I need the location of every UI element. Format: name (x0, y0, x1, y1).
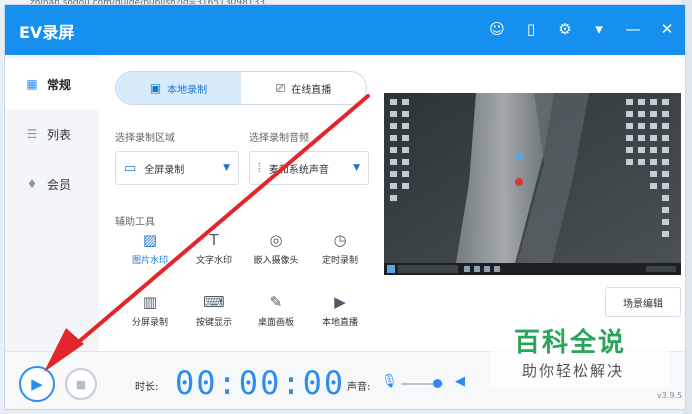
dropdown-menu-icon[interactable]: ▾ (589, 19, 609, 39)
volume-slider-knob[interactable] (432, 379, 442, 388)
tool-label: 分屏录制 (131, 318, 168, 328)
audio-wave-icon: ⦙ (258, 160, 261, 176)
record-area-value: 全屏录制 (144, 164, 185, 176)
tool-label: 定时录制 (321, 256, 358, 266)
record-area-label: 选择录制区域 (115, 133, 175, 144)
record-audio-select[interactable]: ⦙ 麦和系统声音 ▼ (249, 151, 369, 185)
close-icon[interactable]: ✕ (657, 19, 677, 39)
keyboard-icon: ⌨ (203, 293, 225, 311)
text-watermark-icon: T (209, 231, 219, 249)
split-screen-icon: ▥ (142, 293, 158, 311)
tab-live-stream[interactable]: ⎚ 在线直播 (241, 72, 366, 104)
title-bar[interactable]: EV录屏 ☺ ▯ ⚙ ▾ — ✕ (5, 5, 685, 55)
speaker-icon[interactable]: ◀ (455, 374, 465, 389)
record-audio-value: 麦和系统声音 (268, 164, 329, 176)
tool-scheduled-record[interactable]: ◷ 定时录制 (307, 231, 373, 271)
watermark-title: 百科全说 (514, 328, 627, 358)
record-timer: 00:00:00 (175, 364, 346, 402)
watermark-subtitle: 助你轻松解决 (522, 362, 625, 380)
stop-record-button[interactable]: ■ (65, 368, 97, 400)
start-record-button[interactable]: ▶ (19, 366, 55, 402)
sound-label: 声音: (347, 382, 371, 393)
image-watermark-icon: ▨ (142, 231, 158, 249)
sidebar-item-label: 会员 (47, 177, 72, 192)
tool-label: 文字水印 (195, 256, 232, 266)
tool-embed-camera[interactable]: ◎ 嵌入摄像头 (243, 231, 309, 271)
chevron-down-icon: ▼ (223, 163, 230, 173)
local-live-icon: ▶ (334, 293, 346, 311)
title-bar-controls: ☺ ▯ ⚙ ▾ — ✕ (487, 19, 677, 39)
tab-label: 在线直播 (291, 84, 332, 96)
draw-board-icon: ✎ (269, 293, 283, 311)
tool-key-display[interactable]: ⌨ 按键显示 (181, 293, 247, 333)
chevron-down-icon: ▼ (353, 163, 360, 173)
tool-label: 桌面画板 (257, 318, 294, 328)
app-title: EV录屏 (19, 23, 75, 42)
sidebar-item-list[interactable]: ☰ 列表 (5, 109, 99, 159)
minimize-icon[interactable]: — (623, 19, 643, 39)
monitor-icon: ▭ (124, 160, 137, 176)
live-stream-icon: ⎚ (275, 80, 286, 95)
user-icon[interactable]: ☺ (487, 19, 507, 39)
scene-edit-button[interactable]: 场景编辑 (605, 287, 681, 317)
play-icon: ▶ (31, 375, 43, 393)
duration-label: 时长: (135, 382, 159, 393)
stop-icon: ■ (75, 377, 87, 391)
camera-icon: ◎ (269, 231, 283, 249)
diamond-icon: ♦ (26, 177, 38, 191)
list-icon: ☰ (26, 127, 38, 141)
screenshot-stage: zhinan.sogou.com/guide/publish?id=316513… (0, 0, 692, 414)
app-version: v3.9.5 (657, 391, 683, 400)
microphone-icon[interactable]: 🎙︎ (381, 374, 398, 389)
tool-split-screen[interactable]: ▥ 分屏录制 (117, 293, 183, 333)
grid-icon: ▦ (26, 77, 38, 91)
timer-icon: ◷ (333, 231, 347, 249)
tool-text-watermark[interactable]: T 文字水印 (181, 231, 247, 271)
sidebar-item-label: 常规 (47, 77, 72, 92)
tool-label: 图片水印 (131, 256, 168, 266)
local-record-icon: ▣ (149, 81, 162, 95)
desktop-preview-image (384, 93, 681, 275)
main-content: ▣ 本地录制 ⎚ 在线直播 选择录制区域 ▭ 全屏录制 ▼ 选择录制音频 ⦙ 麦… (99, 55, 685, 351)
screen-preview (384, 93, 681, 275)
tool-local-live[interactable]: ▶ 本地直播 (307, 293, 373, 333)
record-audio-label: 选择录制音频 (249, 133, 309, 144)
sidebar-item-general[interactable]: ▦ 常规 (5, 59, 99, 109)
site-watermark: 百科全说 助你轻松解决 (490, 318, 670, 388)
sidebar-item-label: 列表 (47, 127, 72, 142)
sidebar: ▦ 常规 ☰ 列表 ♦ 会员 (5, 55, 99, 351)
tool-label: 按键显示 (195, 318, 232, 328)
phone-icon[interactable]: ▯ (521, 19, 541, 39)
settings-icon[interactable]: ⚙ (555, 19, 575, 39)
record-mode-toggle: ▣ 本地录制 ⎚ 在线直播 (115, 71, 367, 105)
tool-label: 嵌入摄像头 (253, 256, 299, 266)
tool-label: 本地直播 (321, 318, 358, 328)
tools-label: 辅助工具 (115, 217, 155, 228)
tab-local-record[interactable]: ▣ 本地录制 (116, 72, 241, 104)
sidebar-item-member[interactable]: ♦ 会员 (5, 159, 99, 209)
tool-desktop-board[interactable]: ✎ 桌面画板 (243, 293, 309, 333)
tab-label: 本地录制 (167, 84, 208, 96)
tool-image-watermark[interactable]: ▨ 图片水印 (117, 231, 183, 271)
record-area-select[interactable]: ▭ 全屏录制 ▼ (115, 151, 239, 185)
